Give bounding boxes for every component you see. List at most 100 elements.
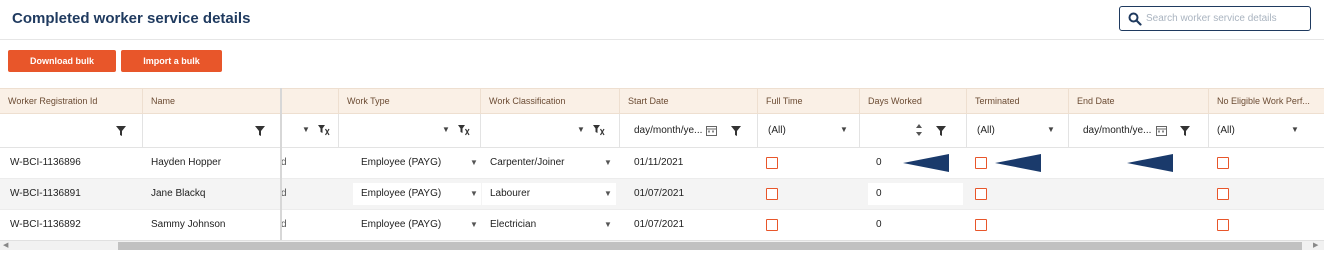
cell-worker-id: W-BCI-1136896 bbox=[10, 157, 81, 168]
col-header-worker-registration-id[interactable]: Worker Registration Id bbox=[0, 89, 143, 114]
col-header-start-date[interactable]: Start Date bbox=[620, 89, 758, 114]
spinner-icon[interactable] bbox=[915, 123, 923, 137]
col-header-work-classification[interactable]: Work Classification bbox=[481, 89, 620, 114]
table-row[interactable]: W-BCI-1136891 Jane Blackq d Employee (PA… bbox=[0, 179, 1324, 210]
filter-cell-full-time[interactable]: (All) ▼ bbox=[758, 114, 860, 147]
classification-select[interactable]: Labourer ▼ bbox=[482, 183, 616, 205]
calendar-icon[interactable] bbox=[1156, 125, 1167, 136]
arrow-pointer-icon bbox=[1127, 154, 1173, 172]
full-time-checkbox[interactable] bbox=[766, 219, 778, 231]
full-time-checkbox[interactable] bbox=[766, 157, 778, 169]
scroll-right-icon[interactable]: ▶ bbox=[1313, 242, 1318, 250]
filter-cell-name[interactable] bbox=[143, 114, 281, 147]
clear-filter-icon[interactable] bbox=[458, 124, 470, 136]
filter-cell-work-type[interactable]: ▼ bbox=[339, 114, 481, 147]
chevron-down-icon[interactable]: ▼ bbox=[604, 152, 612, 174]
chevron-down-icon[interactable]: ▼ bbox=[1047, 126, 1055, 134]
start-date-filter-input[interactable]: day/month/ye... bbox=[634, 125, 702, 136]
arrow-pointer-icon bbox=[903, 154, 949, 172]
table-row[interactable]: W-BCI-1136892 Sammy Johnson d Employee (… bbox=[0, 210, 1324, 241]
filter-icon[interactable] bbox=[936, 126, 946, 136]
clear-filter-icon[interactable] bbox=[318, 124, 330, 136]
filter-row: ▼ ▼ ▼ day/month/ye... (All) ▼ (All) ▼ da… bbox=[0, 114, 1324, 148]
filter-icon[interactable] bbox=[1180, 126, 1190, 136]
col-header-end-date[interactable]: End Date bbox=[1069, 89, 1209, 114]
chevron-down-icon[interactable]: ▼ bbox=[470, 152, 478, 174]
chevron-down-icon[interactable]: ▼ bbox=[840, 126, 848, 134]
filter-icon[interactable] bbox=[255, 126, 265, 136]
scrollbar-thumb[interactable] bbox=[118, 242, 1302, 250]
terminated-filter-select[interactable]: (All) bbox=[977, 125, 995, 136]
days-worked-value[interactable]: 0 bbox=[876, 210, 882, 240]
chevron-down-icon[interactable]: ▼ bbox=[1291, 126, 1299, 134]
table-row[interactable]: W-BCI-1136896 Hayden Hopper d Employee (… bbox=[0, 148, 1324, 179]
classification-value: Electrician bbox=[490, 219, 537, 230]
chevron-down-icon[interactable]: ▼ bbox=[604, 183, 612, 205]
no-eligible-filter-select[interactable]: (All) bbox=[1217, 125, 1235, 136]
days-worked-input[interactable]: 0 bbox=[868, 183, 963, 205]
import-bulk-return-button[interactable]: Import a bulk return bbox=[121, 50, 222, 88]
col-header-terminated[interactable]: Terminated bbox=[967, 89, 1069, 114]
cell-start-date[interactable]: 01/07/2021 bbox=[634, 179, 684, 209]
download-bulk-return-button[interactable]: Download bulk return bbox=[8, 50, 116, 88]
horizontal-scrollbar[interactable]: ◀ ▶ bbox=[0, 240, 1324, 250]
filter-cell-hidden[interactable]: ▼ bbox=[281, 114, 339, 147]
no-eligible-work-checkbox[interactable] bbox=[1217, 219, 1229, 231]
work-type-select[interactable]: Employee (PAYG) ▼ bbox=[353, 152, 481, 174]
search-input[interactable] bbox=[1146, 9, 1306, 28]
filter-cell-terminated[interactable]: (All) ▼ bbox=[967, 114, 1069, 147]
cell-name: Hayden Hopper bbox=[151, 157, 222, 168]
filter-cell-no-eligible-work[interactable]: (All) ▼ bbox=[1209, 114, 1324, 147]
col-header-name[interactable]: Name bbox=[143, 89, 281, 114]
chevron-down-icon[interactable]: ▼ bbox=[470, 183, 478, 205]
terminated-checkbox[interactable] bbox=[975, 188, 987, 200]
work-type-select[interactable]: Employee (PAYG) ▼ bbox=[353, 214, 481, 236]
page-header: Completed worker service details bbox=[0, 0, 1324, 40]
filter-cell-work-classification[interactable]: ▼ bbox=[481, 114, 620, 147]
classification-value: Labourer bbox=[490, 188, 531, 199]
filter-cell-worker-registration-id[interactable] bbox=[0, 114, 143, 147]
calendar-icon[interactable] bbox=[706, 125, 717, 136]
filter-cell-end-date[interactable]: day/month/ye... bbox=[1069, 114, 1209, 147]
cell-start-date[interactable]: 01/07/2021 bbox=[634, 210, 684, 240]
col-header-hidden[interactable] bbox=[281, 89, 339, 114]
scroll-left-icon[interactable]: ◀ bbox=[3, 242, 8, 250]
end-date-filter-input[interactable]: day/month/ye... bbox=[1083, 125, 1151, 136]
pinned-column-divider bbox=[280, 88, 282, 242]
classification-select[interactable]: Electrician ▼ bbox=[482, 214, 616, 236]
cell-name: Jane Blackq bbox=[151, 188, 206, 199]
terminated-checkbox[interactable] bbox=[975, 219, 987, 231]
work-type-value: Employee (PAYG) bbox=[361, 219, 442, 230]
filter-cell-days-worked[interactable] bbox=[860, 114, 967, 147]
cell-name: Sammy Johnson bbox=[151, 219, 226, 230]
cell-start-date[interactable]: 01/11/2021 bbox=[634, 148, 683, 178]
col-header-no-eligible-work[interactable]: No Eligible Work Perf... bbox=[1209, 89, 1324, 114]
chevron-down-icon[interactable]: ▼ bbox=[302, 126, 310, 134]
chevron-down-icon[interactable]: ▼ bbox=[604, 214, 612, 236]
no-eligible-work-checkbox[interactable] bbox=[1217, 157, 1229, 169]
col-header-full-time[interactable]: Full Time bbox=[758, 89, 860, 114]
search-box[interactable] bbox=[1119, 6, 1311, 31]
work-type-select[interactable]: Employee (PAYG) ▼ bbox=[353, 183, 481, 205]
filter-icon[interactable] bbox=[116, 126, 126, 136]
worker-service-grid: Worker Registration Id Name Work Type Wo… bbox=[0, 88, 1324, 263]
page-title: Completed worker service details bbox=[12, 10, 251, 27]
col-header-days-worked[interactable]: Days Worked bbox=[860, 89, 967, 114]
clear-filter-icon[interactable] bbox=[593, 124, 605, 136]
col-header-work-type[interactable]: Work Type bbox=[339, 89, 481, 114]
filter-cell-start-date[interactable]: day/month/ye... bbox=[620, 114, 758, 147]
full-time-filter-select[interactable]: (All) bbox=[768, 125, 786, 136]
chevron-down-icon[interactable]: ▼ bbox=[470, 214, 478, 236]
work-type-value: Employee (PAYG) bbox=[361, 188, 442, 199]
chevron-down-icon[interactable]: ▼ bbox=[442, 126, 450, 134]
chevron-down-icon[interactable]: ▼ bbox=[577, 126, 585, 134]
no-eligible-work-checkbox[interactable] bbox=[1217, 188, 1229, 200]
arrow-pointer-icon bbox=[995, 154, 1041, 172]
column-header-row: Worker Registration Id Name Work Type Wo… bbox=[0, 88, 1324, 114]
filter-icon[interactable] bbox=[731, 126, 741, 136]
full-time-checkbox[interactable] bbox=[766, 188, 778, 200]
search-icon bbox=[1128, 12, 1142, 26]
terminated-checkbox[interactable] bbox=[975, 157, 987, 169]
classification-value: Carpenter/Joiner bbox=[490, 157, 565, 168]
classification-select[interactable]: Carpenter/Joiner ▼ bbox=[482, 152, 616, 174]
